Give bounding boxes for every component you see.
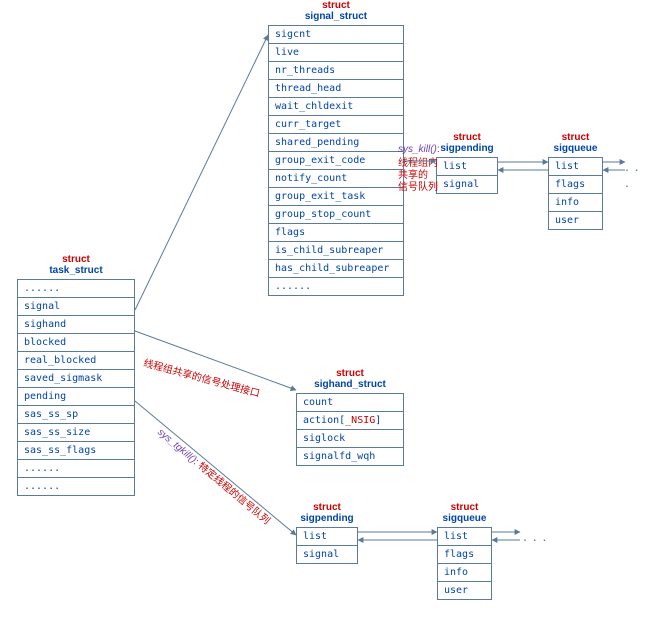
sigqueue-top-title: struct sigqueue bbox=[549, 130, 602, 156]
struct-keyword: struct bbox=[453, 132, 481, 143]
field: nr_threads bbox=[269, 61, 403, 79]
signal-struct-title: struct signal_struct bbox=[269, 0, 403, 24]
field: user bbox=[438, 581, 491, 599]
annotation-sys-tgkill: sys_tgkill(): 特定线程的信号队列 bbox=[155, 424, 274, 527]
field: real_blocked bbox=[18, 351, 134, 369]
annotation-sighand: 线程组共享的信号处理接口 bbox=[142, 354, 262, 400]
field: blocked bbox=[18, 333, 134, 351]
sigpending-top-box: struct sigpending list signal bbox=[436, 157, 498, 194]
field: signalfd_wqh bbox=[297, 447, 403, 465]
field: list bbox=[549, 158, 602, 175]
struct-keyword: struct bbox=[62, 254, 90, 265]
struct-keyword: struct bbox=[451, 502, 479, 513]
sigpending-top-title: struct sigpending bbox=[437, 130, 497, 156]
field: user bbox=[549, 211, 602, 229]
field: shared_pending bbox=[269, 133, 403, 151]
sigpending-bot-title: struct sigpending bbox=[297, 500, 357, 526]
field: sas_ss_flags bbox=[18, 441, 134, 459]
field: flags bbox=[438, 545, 491, 563]
field: wait_chldexit bbox=[269, 97, 403, 115]
struct-name: sigpending bbox=[300, 513, 353, 524]
struct-name: signal_struct bbox=[305, 11, 367, 22]
field: group_exit_code bbox=[269, 151, 403, 169]
ellipsis-bot: . . . bbox=[523, 528, 547, 544]
annotation-sys-kill: sys_kill(): bbox=[398, 144, 438, 156]
struct-name: sigpending bbox=[440, 143, 493, 154]
field: group_exit_task bbox=[269, 187, 403, 205]
sigqueue-bot-title: struct sigqueue bbox=[438, 500, 491, 526]
field: ...... bbox=[18, 280, 134, 297]
field: ...... bbox=[18, 459, 134, 477]
task-struct-box: struct task_struct ...... signal sighand… bbox=[17, 279, 135, 496]
field: sas_ss_sp bbox=[18, 405, 134, 423]
field: info bbox=[549, 193, 602, 211]
struct-name: sigqueue bbox=[443, 513, 487, 524]
field: sas_ss_size bbox=[18, 423, 134, 441]
struct-name: task_struct bbox=[49, 265, 102, 276]
signal-struct-box: struct signal_struct sigcnt live nr_thre… bbox=[268, 25, 404, 296]
field: sighand bbox=[18, 315, 134, 333]
sigqueue-top-box: struct sigqueue list flags info user bbox=[548, 157, 603, 230]
sighand-struct-title: struct sighand_struct bbox=[297, 366, 403, 392]
field: info bbox=[438, 563, 491, 581]
field: count bbox=[297, 394, 403, 411]
field: signal bbox=[297, 545, 357, 563]
field: has_child_subreaper bbox=[269, 259, 403, 277]
annotation-sys-kill-cn: 线程组内共享的信号队列 bbox=[398, 158, 438, 194]
sigqueue-bot-box: struct sigqueue list flags info user bbox=[437, 527, 492, 600]
ellipsis-top: . . . bbox=[625, 158, 647, 190]
field: curr_target bbox=[269, 115, 403, 133]
field: sigcnt bbox=[269, 26, 403, 43]
field: flags bbox=[549, 175, 602, 193]
field: live bbox=[269, 43, 403, 61]
struct-keyword: struct bbox=[322, 0, 350, 11]
field: is_child_subreaper bbox=[269, 241, 403, 259]
field: saved_sigmask bbox=[18, 369, 134, 387]
field: ...... bbox=[18, 477, 134, 495]
field: list bbox=[297, 528, 357, 545]
struct-keyword: struct bbox=[562, 132, 590, 143]
field: siglock bbox=[297, 429, 403, 447]
field: list bbox=[438, 528, 491, 545]
field: signal bbox=[437, 175, 497, 193]
field: ...... bbox=[269, 277, 403, 295]
struct-keyword: struct bbox=[313, 502, 341, 513]
sigpending-bot-box: struct sigpending list signal bbox=[296, 527, 358, 564]
field: thread_head bbox=[269, 79, 403, 97]
task-struct-title: struct task_struct bbox=[18, 252, 134, 278]
field-action: action[_NSIG] bbox=[297, 411, 403, 429]
field: flags bbox=[269, 223, 403, 241]
field: signal bbox=[18, 297, 134, 315]
field: group_stop_count bbox=[269, 205, 403, 223]
struct-name: sigqueue bbox=[554, 143, 598, 154]
field: list bbox=[437, 158, 497, 175]
field: notify_count bbox=[269, 169, 403, 187]
struct-keyword: struct bbox=[336, 368, 364, 379]
field: pending bbox=[18, 387, 134, 405]
struct-name: sighand_struct bbox=[314, 379, 386, 390]
sighand-struct-box: struct sighand_struct count action[_NSIG… bbox=[296, 393, 404, 466]
